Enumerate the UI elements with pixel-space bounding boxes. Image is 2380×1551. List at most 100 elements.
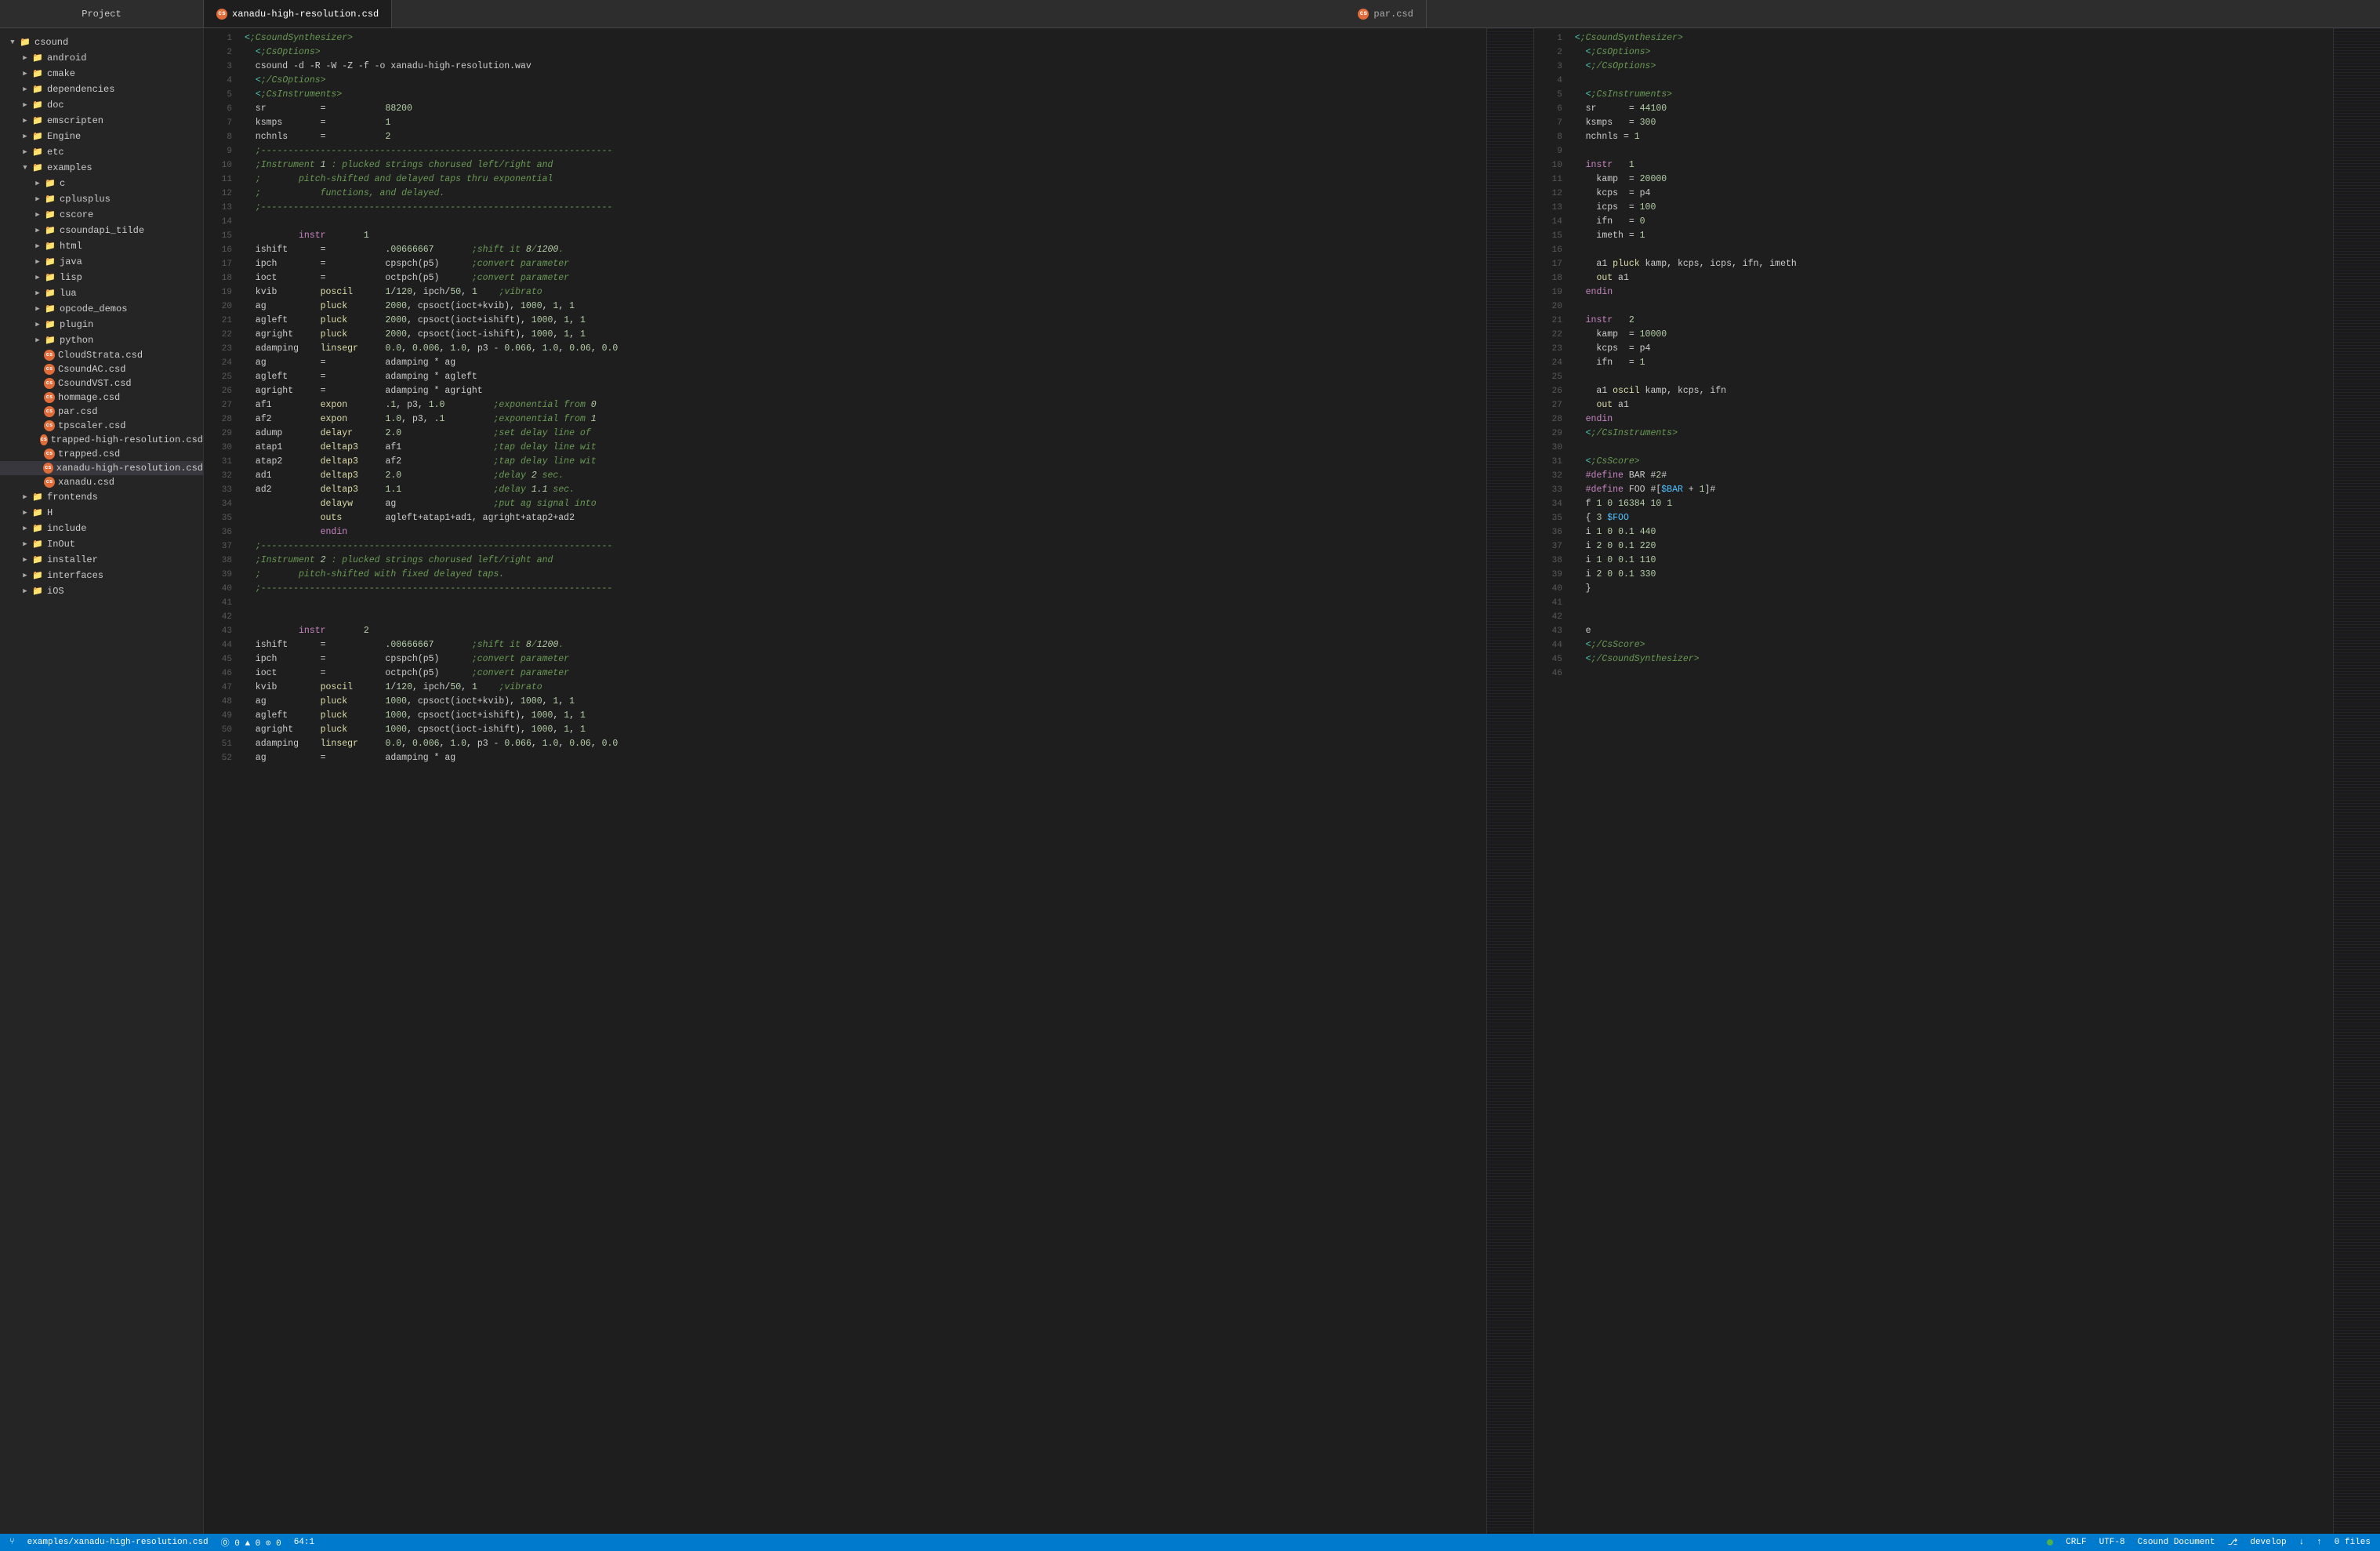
code-line[interactable]: adump delayr 2.0 ;set delay line of bbox=[245, 427, 1480, 441]
code-line[interactable]: agleft pluck 2000, cpsoct(ioct+ishift), … bbox=[245, 314, 1480, 328]
code-line[interactable]: ag pluck 1000, cpsoct(ioct+kvib), 1000, … bbox=[245, 695, 1480, 709]
sidebar-item-plugin[interactable]: ▶ 📁 plugin bbox=[0, 317, 203, 332]
right-editor-content[interactable]: 1234567891011121314151617181920212223242… bbox=[1534, 28, 2380, 1534]
sidebar-item-android[interactable]: ▶ 📁 android bbox=[0, 50, 203, 66]
code-line[interactable]: adamping linsegr 0.0, 0.006, 1.0, p3 - 0… bbox=[245, 342, 1480, 356]
code-line[interactable]: ifn = 0 bbox=[1575, 215, 2327, 229]
code-line[interactable]: ; pitch-shifted with fixed delayed taps. bbox=[245, 568, 1480, 582]
code-line[interactable]: ;---------------------------------------… bbox=[245, 201, 1480, 215]
sidebar-item-CsoundAC.csd[interactable]: cs CsoundAC.csd bbox=[0, 362, 203, 376]
code-line[interactable] bbox=[1575, 667, 2327, 681]
code-line[interactable]: endin bbox=[245, 525, 1480, 539]
code-line[interactable]: ipch = cpspch(p5) ;convert parameter bbox=[245, 652, 1480, 667]
sidebar-item-examples[interactable]: ▼ 📁 examples bbox=[0, 160, 203, 176]
code-line[interactable]: out a1 bbox=[1575, 398, 2327, 412]
sidebar-item-CloudStrata.csd[interactable]: cs CloudStrata.csd bbox=[0, 348, 203, 362]
code-line[interactable]: ksmps = 300 bbox=[1575, 116, 2327, 130]
left-code-content[interactable]: <;CsoundSynthesizer> <;CsOptions> csound… bbox=[238, 28, 1486, 1534]
code-line[interactable]: agleft pluck 1000, cpsoct(ioct+ishift), … bbox=[245, 709, 1480, 723]
sidebar-item-java[interactable]: ▶ 📁 java bbox=[0, 254, 203, 270]
code-line[interactable]: ; functions, and delayed. bbox=[245, 187, 1480, 201]
code-line[interactable]: i 1 0 0.1 110 bbox=[1575, 554, 2327, 568]
code-line[interactable]: atap1 deltap3 af1 ;tap delay line wit bbox=[245, 441, 1480, 455]
sidebar-item-trapped-high-resolution.csd[interactable]: cs trapped-high-resolution.csd bbox=[0, 433, 203, 447]
status-branch[interactable]: develop bbox=[2250, 1538, 2286, 1547]
sidebar-item-trapped.csd[interactable]: cs trapped.csd bbox=[0, 447, 203, 461]
code-line[interactable]: ishift = .00666667 ;shift it 8/1200. bbox=[245, 638, 1480, 652]
code-line[interactable]: <;CsoundSynthesizer> bbox=[1575, 31, 2327, 45]
code-line[interactable]: ioct = octpch(p5) ;convert parameter bbox=[245, 667, 1480, 681]
code-line[interactable] bbox=[1575, 610, 2327, 624]
sidebar-item-etc[interactable]: ▶ 📁 etc bbox=[0, 144, 203, 160]
code-line[interactable]: instr 1 bbox=[1575, 158, 2327, 173]
code-line[interactable] bbox=[1575, 596, 2327, 610]
code-line[interactable] bbox=[1575, 243, 2327, 257]
sidebar-item-cmake[interactable]: ▶ 📁 cmake bbox=[0, 66, 203, 82]
code-line[interactable]: <;CsInstruments> bbox=[245, 88, 1480, 102]
tab-par[interactable]: cs par.csd bbox=[1345, 0, 1426, 27]
code-line[interactable]: ;---------------------------------------… bbox=[245, 539, 1480, 554]
sidebar-item-installer[interactable]: ▶ 📁 installer bbox=[0, 552, 203, 568]
code-line[interactable]: agleft = adamping * agleft bbox=[245, 370, 1480, 384]
code-line[interactable]: <;/CsScore> bbox=[1575, 638, 2327, 652]
code-line[interactable]: adamping linsegr 0.0, 0.006, 1.0, p3 - 0… bbox=[245, 737, 1480, 751]
code-line[interactable] bbox=[1575, 441, 2327, 455]
code-line[interactable]: ag = adamping * ag bbox=[245, 356, 1480, 370]
code-line[interactable] bbox=[1575, 300, 2327, 314]
code-line[interactable]: <;CsInstruments> bbox=[1575, 88, 2327, 102]
code-line[interactable]: ag = adamping * ag bbox=[245, 751, 1480, 765]
code-line[interactable]: { 3 $FOO bbox=[1575, 511, 2327, 525]
code-line[interactable] bbox=[245, 215, 1480, 229]
code-line[interactable]: sr = 44100 bbox=[1575, 102, 2327, 116]
code-line[interactable]: <;CsOptions> bbox=[245, 45, 1480, 60]
code-line[interactable]: ag pluck 2000, cpsoct(ioct+kvib), 1000, … bbox=[245, 300, 1480, 314]
code-line[interactable] bbox=[245, 610, 1480, 624]
code-line[interactable]: a1 oscil kamp, kcps, ifn bbox=[1575, 384, 2327, 398]
sidebar-item-par.csd[interactable]: cs par.csd bbox=[0, 405, 203, 419]
code-line[interactable]: i 2 0 0.1 220 bbox=[1575, 539, 2327, 554]
code-line[interactable]: kamp = 10000 bbox=[1575, 328, 2327, 342]
code-line[interactable]: sr = 88200 bbox=[245, 102, 1480, 116]
sidebar-item-hommage.csd[interactable]: cs hommage.csd bbox=[0, 390, 203, 405]
code-line[interactable]: nchnls = 2 bbox=[245, 130, 1480, 144]
code-line[interactable]: <;CsOptions> bbox=[1575, 45, 2327, 60]
sidebar-item-csound[interactable]: ▼ 📁 csound bbox=[0, 35, 203, 50]
code-line[interactable]: af2 expon 1.0, p3, .1 ;exponential from … bbox=[245, 412, 1480, 427]
code-line[interactable]: out a1 bbox=[1575, 271, 2327, 285]
sidebar-item-cscore[interactable]: ▶ 📁 cscore bbox=[0, 207, 203, 223]
code-line[interactable]: kamp = 20000 bbox=[1575, 173, 2327, 187]
code-line[interactable]: #define BAR #2# bbox=[1575, 469, 2327, 483]
sidebar-item-opcode_demos[interactable]: ▶ 📁 opcode_demos bbox=[0, 301, 203, 317]
code-line[interactable]: nchnls = 1 bbox=[1575, 130, 2327, 144]
sidebar-item-html[interactable]: ▶ 📁 html bbox=[0, 238, 203, 254]
sidebar-item-iOS[interactable]: ▶ 📁 iOS bbox=[0, 583, 203, 599]
code-line[interactable]: kcps = p4 bbox=[1575, 187, 2327, 201]
sidebar-item-dependencies[interactable]: ▶ 📁 dependencies bbox=[0, 82, 203, 97]
code-line[interactable]: ad2 deltap3 1.1 ;delay 1.1 sec. bbox=[245, 483, 1480, 497]
code-line[interactable]: <;CsScore> bbox=[1575, 455, 2327, 469]
code-line[interactable]: a1 pluck kamp, kcps, icps, ifn, imeth bbox=[1575, 257, 2327, 271]
code-line[interactable]: endin bbox=[1575, 412, 2327, 427]
sidebar-item-c[interactable]: ▶ 📁 c bbox=[0, 176, 203, 191]
sidebar-item-tpscaler.csd[interactable]: cs tpscaler.csd bbox=[0, 419, 203, 433]
code-line[interactable]: ipch = cpspch(p5) ;convert parameter bbox=[245, 257, 1480, 271]
code-line[interactable]: endin bbox=[1575, 285, 2327, 300]
code-line[interactable]: kcps = p4 bbox=[1575, 342, 2327, 356]
code-line[interactable]: instr 2 bbox=[245, 624, 1480, 638]
code-line[interactable]: ;---------------------------------------… bbox=[245, 144, 1480, 158]
sidebar-item-doc[interactable]: ▶ 📁 doc bbox=[0, 97, 203, 113]
sidebar-item-InOut[interactable]: ▶ 📁 InOut bbox=[0, 536, 203, 552]
right-code-content[interactable]: <;CsoundSynthesizer> <;CsOptions> <;/CsO… bbox=[1569, 28, 2333, 1534]
sidebar-item-frontends[interactable]: ▶ 📁 frontends bbox=[0, 489, 203, 505]
code-line[interactable]: outs agleft+atap1+ad1, agright+atap2+ad2 bbox=[245, 511, 1480, 525]
sidebar[interactable]: ▼ 📁 csound ▶ 📁 android ▶ 📁 cmake ▶ 📁 dep… bbox=[0, 28, 204, 1534]
code-line[interactable]: e bbox=[1575, 624, 2327, 638]
sidebar-item-include[interactable]: ▶ 📁 include bbox=[0, 521, 203, 536]
code-line[interactable]: <;/CsOptions> bbox=[245, 74, 1480, 88]
code-line[interactable]: ishift = .00666667 ;shift it 8/1200. bbox=[245, 243, 1480, 257]
code-line[interactable] bbox=[1575, 370, 2327, 384]
code-line[interactable]: kvib poscil 1/120, ipch/50, 1 ;vibrato bbox=[245, 681, 1480, 695]
code-line[interactable]: <;/CsoundSynthesizer> bbox=[1575, 652, 2327, 667]
code-line[interactable]: instr 1 bbox=[245, 229, 1480, 243]
status-line-ending[interactable]: CRLF bbox=[2066, 1538, 2086, 1547]
